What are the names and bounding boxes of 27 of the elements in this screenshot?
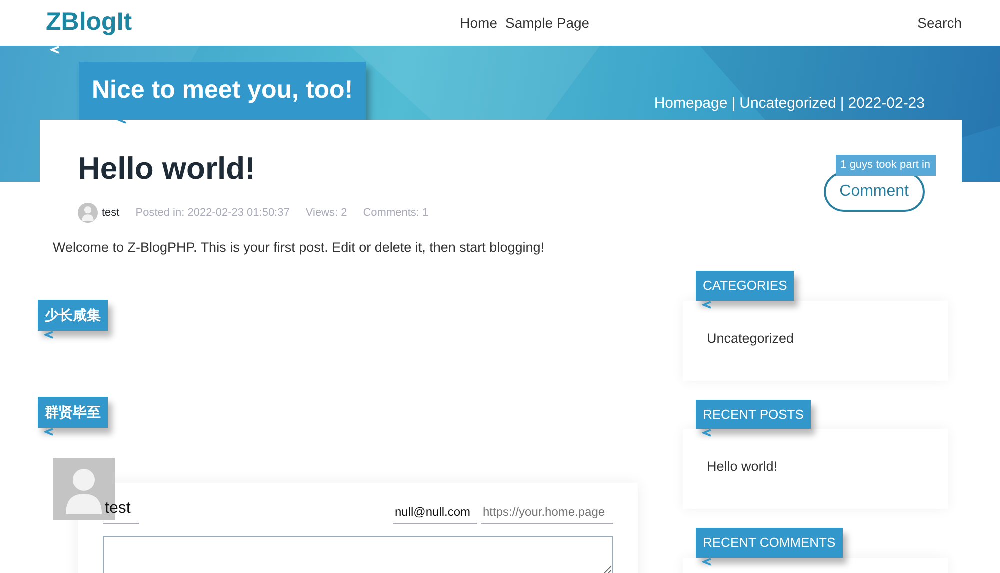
name-field[interactable]: test — [103, 495, 139, 524]
participant-badge: 1 guys took part in — [836, 155, 936, 176]
breadcrumb-separator: | — [840, 94, 844, 114]
post-ribbon-title: Nice to meet you, too! — [79, 62, 366, 120]
section-ribbon: 群贤毕至 — [38, 397, 108, 428]
post-title: Hello world! — [78, 150, 256, 188]
post-date: Posted in: 2022-02-23 01:50:37 — [136, 206, 290, 221]
view-count: Views: 2 — [306, 206, 348, 221]
widget-heading: RECENT COMMENTS — [696, 528, 843, 558]
widget-heading: RECENT POSTS — [696, 400, 811, 430]
site-logo[interactable]: ZBlogIt — [46, 4, 132, 42]
nav-link[interactable]: Sample Page — [506, 12, 590, 34]
widget-heading: CATEGORIES — [696, 271, 794, 301]
url-field[interactable]: https://your.home.page — [481, 501, 613, 524]
comment-count: Comments: 1 — [363, 206, 429, 221]
breadcrumb-link[interactable]: Uncategorized — [740, 93, 836, 116]
search-link[interactable]: Search — [918, 12, 962, 34]
section-ribbon: 少长咸集 — [38, 300, 108, 332]
post-body: Welcome to Z-BlogPHP. This is your first post. Edit or delete it, then start blogging! — [52, 239, 546, 257]
breadcrumb-separator: | — [732, 94, 736, 114]
email-field[interactable]: null@null.com — [393, 501, 477, 524]
author-name: test — [102, 206, 120, 221]
comment-button[interactable]: Comment — [824, 172, 925, 212]
widget-link[interactable]: Hello world! — [707, 457, 924, 478]
widget-link[interactable]: Uncategorized — [707, 328, 924, 349]
breadcrumb-link[interactable]: 2022-02-23 — [848, 93, 925, 116]
nav-link[interactable]: Home — [460, 12, 498, 34]
